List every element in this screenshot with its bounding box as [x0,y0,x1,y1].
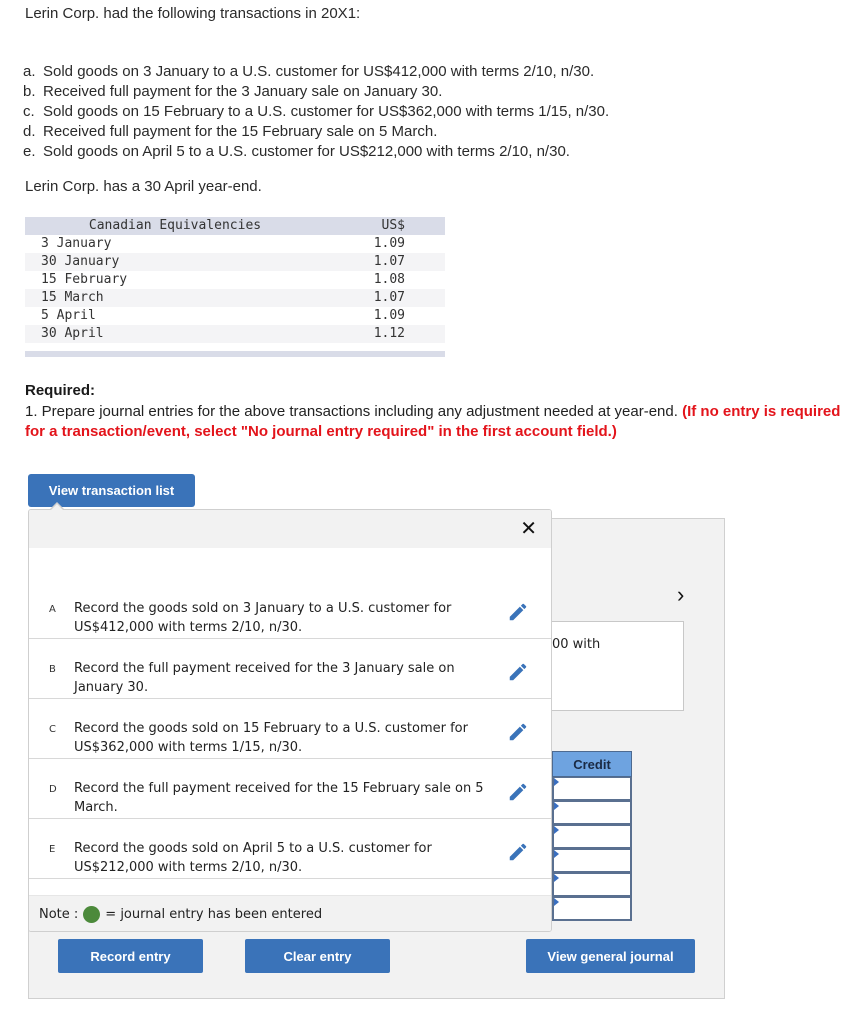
pencil-icon[interactable] [507,841,529,863]
credit-input[interactable] [552,801,632,825]
transaction-description-fragment: 00 with [552,637,601,652]
entered-dot-icon [83,906,101,923]
transaction-list: a. Sold goods on 3 January to a U.S. cust… [23,62,609,162]
rates-header-row: Canadian Equivalencies US$ [25,217,445,235]
rates-row: 15 March 1.07 [25,289,445,307]
credit-column: Credit [552,751,632,921]
entry-letter: B [49,664,56,675]
rates-row: 30 April 1.12 [25,325,445,343]
transaction-item: a. Sold goods on 3 January to a U.S. cust… [23,63,595,80]
view-general-journal-button[interactable]: View general journal [526,939,695,973]
transaction-entry-b[interactable]: B Record the full payment received for t… [29,639,551,699]
entry-letter: A [49,604,56,615]
exchange-rates-table: Canadian Equivalencies US$ 3 January 1.09… [25,217,445,357]
required-label: Required: [25,382,96,399]
entry-description: Record the goods sold on 3 January to a … [74,601,452,635]
entry-description: Record the goods sold on April 5 to a U.… [74,841,432,875]
credit-input[interactable] [552,849,632,873]
question-intro: Lerin Corp. had the following transactio… [25,5,361,22]
transaction-entry-e[interactable]: E Record the goods sold on April 5 to a … [29,819,551,879]
entry-description: Record the full payment received for the… [74,781,484,815]
transaction-entry-d[interactable]: D Record the full payment received for t… [29,759,551,819]
entry-letter: E [49,844,56,855]
entry-description: Record the full payment received for the… [74,661,455,695]
transaction-entry-c[interactable]: C Record the goods sold on 15 February t… [29,699,551,759]
pencil-icon[interactable] [507,661,529,683]
rates-row: 5 April 1.09 [41,308,405,323]
pencil-icon[interactable] [507,781,529,803]
credit-header: Credit [552,751,632,777]
transaction-item: b. Received full payment for the 3 Januar… [23,83,443,100]
rates-row: 3 January 1.09 [41,236,405,251]
pencil-icon[interactable] [507,721,529,743]
entry-description: Record the goods sold on 15 February to … [74,721,468,755]
year-end-text: Lerin Corp. has a 30 April year-end. [25,178,262,195]
transaction-description-box [540,621,684,711]
rates-row: 15 February 1.08 [41,272,405,287]
rates-row: 30 January 1.07 [25,253,445,271]
credit-input[interactable] [552,897,632,921]
popup-note: Note : = journal entry has been entered [29,895,551,931]
note-suffix: = journal entry has been entered [105,907,323,922]
rates-header-currency: US$ [381,218,405,233]
record-entry-button[interactable]: Record entry [58,939,203,973]
rates-header-date: Canadian Equivalencies [88,218,262,233]
rates-footer-bar [25,351,445,357]
entry-letter: C [49,724,56,735]
required-text: 1. Prepare journal entries for the above… [25,403,841,440]
pencil-icon[interactable] [507,601,529,623]
credit-input[interactable] [552,825,632,849]
transaction-item: c. Sold goods on 15 February to a U.S. cu… [23,103,610,120]
close-icon[interactable]: ✕ [520,516,537,540]
credit-input[interactable] [552,873,632,897]
popup-caret-inner [50,504,64,511]
transaction-entry-a[interactable]: A Record the goods sold on 3 January to … [29,579,551,639]
note-prefix: Note : [39,907,79,922]
next-arrow-icon[interactable]: › [677,582,684,608]
transaction-item: e. Sold goods on April 5 to a U.S. custom… [23,143,570,160]
credit-input[interactable] [552,777,632,801]
entry-letter: D [49,784,57,795]
transaction-item: d. Received full payment for the 15 Febru… [23,123,438,140]
popup-header: ✕ [29,510,551,548]
clear-entry-button[interactable]: Clear entry [245,939,390,973]
transaction-list-popup: ✕ A Record the goods sold on 3 January t… [28,509,552,932]
